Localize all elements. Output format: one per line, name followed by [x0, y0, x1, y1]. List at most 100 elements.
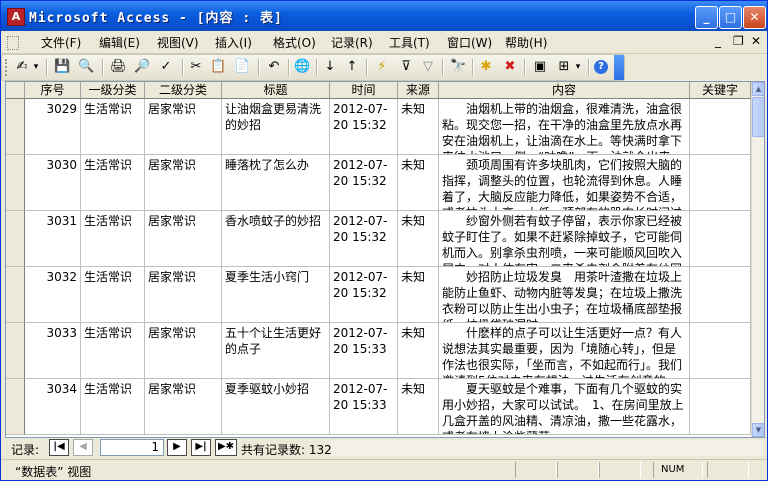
cell-id[interactable]: 3032	[25, 267, 81, 323]
cell-title[interactable]: 睡落枕了怎么办	[222, 155, 330, 211]
mdi-minimize-button[interactable]: _	[715, 34, 721, 48]
column-header-title[interactable]: 标题	[222, 82, 330, 99]
table-icon[interactable]	[7, 36, 19, 50]
column-header-source[interactable]: 来源	[398, 82, 439, 99]
cell-id[interactable]: 3030	[25, 155, 81, 211]
minimize-button[interactable]: _	[695, 6, 718, 29]
file-search-icon[interactable]: 🔍	[78, 59, 94, 75]
toolbar-options-chevron-icon[interactable]	[614, 55, 624, 80]
cell-category1[interactable]: 生活常识	[81, 211, 145, 267]
cell-keyword[interactable]	[690, 211, 751, 267]
cell-category2[interactable]: 居家常识	[145, 323, 222, 379]
cell-time[interactable]: 2012-07-20 15:33	[330, 379, 398, 435]
cell-title[interactable]: 让油烟盒更易清洗的妙招	[222, 99, 330, 155]
column-header-category1[interactable]: 一级分类	[81, 82, 145, 99]
cell-category2[interactable]: 居家常识	[145, 99, 222, 155]
column-header-time[interactable]: 时间	[330, 82, 398, 99]
menu-view[interactable]: 视图(V)	[157, 34, 199, 51]
cell-title[interactable]: 五十个让生活更好的点子	[222, 323, 330, 379]
cell-category2[interactable]: 居家常识	[145, 211, 222, 267]
menu-edit[interactable]: 编辑(E)	[99, 34, 140, 51]
cell-time[interactable]: 2012-07-20 15:32	[330, 99, 398, 155]
cell-keyword[interactable]	[690, 379, 751, 435]
menu-help[interactable]: 帮助(H)	[505, 34, 547, 51]
row-selector[interactable]	[6, 267, 25, 323]
filter-by-form-icon[interactable]: ⊽	[398, 59, 414, 75]
spelling-icon[interactable]: ✓	[158, 59, 174, 75]
cell-keyword[interactable]	[690, 323, 751, 379]
sort-ascending-icon[interactable]: ↓	[322, 59, 338, 75]
cell-content[interactable]: 油烟机上带的油烟盒，很难清洗，油盒很粘。现交您一招，在干净的油盒里先放点水再安在…	[439, 99, 690, 155]
cell-keyword[interactable]	[690, 155, 751, 211]
delete-record-icon[interactable]: ✖	[502, 59, 518, 75]
vertical-scrollbar[interactable]: ▲ ▼	[751, 82, 764, 437]
cut-icon[interactable]: ✂	[188, 59, 204, 75]
cell-title[interactable]: 夏季生活小窍门	[222, 267, 330, 323]
cell-content[interactable]: 夏天驱蚊是个难事，下面有几个驱蚊的实用小妙招，大家可以试试。 1、在房间里放上几…	[439, 379, 690, 435]
menu-window[interactable]: 窗口(W)	[447, 34, 492, 51]
cell-source[interactable]: 未知	[398, 267, 439, 323]
paste-icon[interactable]: 📄	[234, 59, 250, 75]
cell-time[interactable]: 2012-07-20 15:33	[330, 323, 398, 379]
close-button[interactable]: ✕	[743, 6, 766, 29]
copy-icon[interactable]: 📋	[210, 59, 226, 75]
cell-source[interactable]: 未知	[398, 211, 439, 267]
menu-format[interactable]: 格式(O)	[273, 34, 316, 51]
apply-filter-icon[interactable]: ▽	[420, 59, 436, 75]
current-record-input[interactable]: 1	[100, 439, 164, 456]
menu-insert[interactable]: 插入(I)	[215, 34, 252, 51]
view-dropdown-icon[interactable]: ▾	[32, 59, 40, 75]
access-app-icon[interactable]: A	[7, 8, 25, 26]
cell-source[interactable]: 未知	[398, 155, 439, 211]
menu-tools[interactable]: 工具(T)	[389, 34, 430, 51]
cell-keyword[interactable]	[690, 99, 751, 155]
undo-icon[interactable]: ↶	[266, 59, 282, 75]
database-window-icon[interactable]: ▣	[532, 59, 548, 75]
maximize-button[interactable]: □	[719, 6, 742, 29]
select-all-corner[interactable]	[6, 82, 25, 99]
cell-source[interactable]: 未知	[398, 323, 439, 379]
new-record-button[interactable]: ▶✱	[215, 439, 237, 456]
cell-id[interactable]: 3034	[25, 379, 81, 435]
scroll-up-icon[interactable]: ▲	[752, 82, 764, 96]
new-object-icon[interactable]: ⊞	[556, 59, 572, 75]
cell-time[interactable]: 2012-07-20 15:32	[330, 267, 398, 323]
row-selector[interactable]	[6, 323, 25, 379]
cell-content[interactable]: 妙招防止垃圾发臭 用茶叶渣撒在垃圾上能防止鱼虾、动物内脏等发臭；在垃圾上撒洗衣粉…	[439, 267, 690, 323]
cell-category1[interactable]: 生活常识	[81, 155, 145, 211]
scroll-thumb[interactable]	[752, 97, 764, 137]
cell-source[interactable]: 未知	[398, 379, 439, 435]
save-icon[interactable]: 💾	[54, 59, 70, 75]
sort-descending-icon[interactable]: ↑	[344, 59, 360, 75]
horizontal-scrollbar[interactable]	[331, 440, 763, 456]
cell-content[interactable]: 什麽样的点子可以让生活更好一点？有人说想法其实最重要，因为「境随心转」，但是作法…	[439, 323, 690, 379]
cell-source[interactable]: 未知	[398, 99, 439, 155]
first-record-button[interactable]: |◀	[49, 439, 69, 456]
cell-id[interactable]: 3033	[25, 323, 81, 379]
previous-record-button[interactable]: ◀	[73, 439, 93, 456]
cell-id[interactable]: 3029	[25, 99, 81, 155]
menu-file[interactable]: 文件(F)	[41, 34, 81, 51]
new-record-icon[interactable]: ✱	[478, 59, 494, 75]
cell-title[interactable]: 香水喷蚊子的妙招	[222, 211, 330, 267]
row-selector[interactable]	[6, 211, 25, 267]
cell-category1[interactable]: 生活常识	[81, 267, 145, 323]
design-view-icon[interactable]: ✍	[14, 59, 30, 75]
cell-category1[interactable]: 生活常识	[81, 323, 145, 379]
title-bar[interactable]: A Microsoft Access - [内容 : 表] _ □ ✕	[1, 1, 767, 31]
cell-id[interactable]: 3031	[25, 211, 81, 267]
cell-content[interactable]: 纱窗外侧若有蚊子停留，表示你家已经被蚊子盯住了。如果不赶紧除掉蚊子，它可能伺机而…	[439, 211, 690, 267]
column-header-category2[interactable]: 二级分类	[145, 82, 222, 99]
column-header-content[interactable]: 内容	[439, 82, 690, 99]
last-record-button[interactable]: ▶|	[191, 439, 211, 456]
menu-records[interactable]: 记录(R)	[331, 34, 373, 51]
new-object-dropdown-icon[interactable]: ▾	[574, 59, 582, 75]
cell-time[interactable]: 2012-07-20 15:32	[330, 155, 398, 211]
help-icon[interactable]: ?	[594, 60, 608, 74]
find-icon[interactable]: 🔭	[450, 59, 466, 75]
column-header-id[interactable]: 序号	[25, 82, 81, 99]
cell-category1[interactable]: 生活常识	[81, 99, 145, 155]
cell-category2[interactable]: 居家常识	[145, 155, 222, 211]
cell-title[interactable]: 夏季驱蚊小妙招	[222, 379, 330, 435]
cell-category1[interactable]: 生活常识	[81, 379, 145, 435]
